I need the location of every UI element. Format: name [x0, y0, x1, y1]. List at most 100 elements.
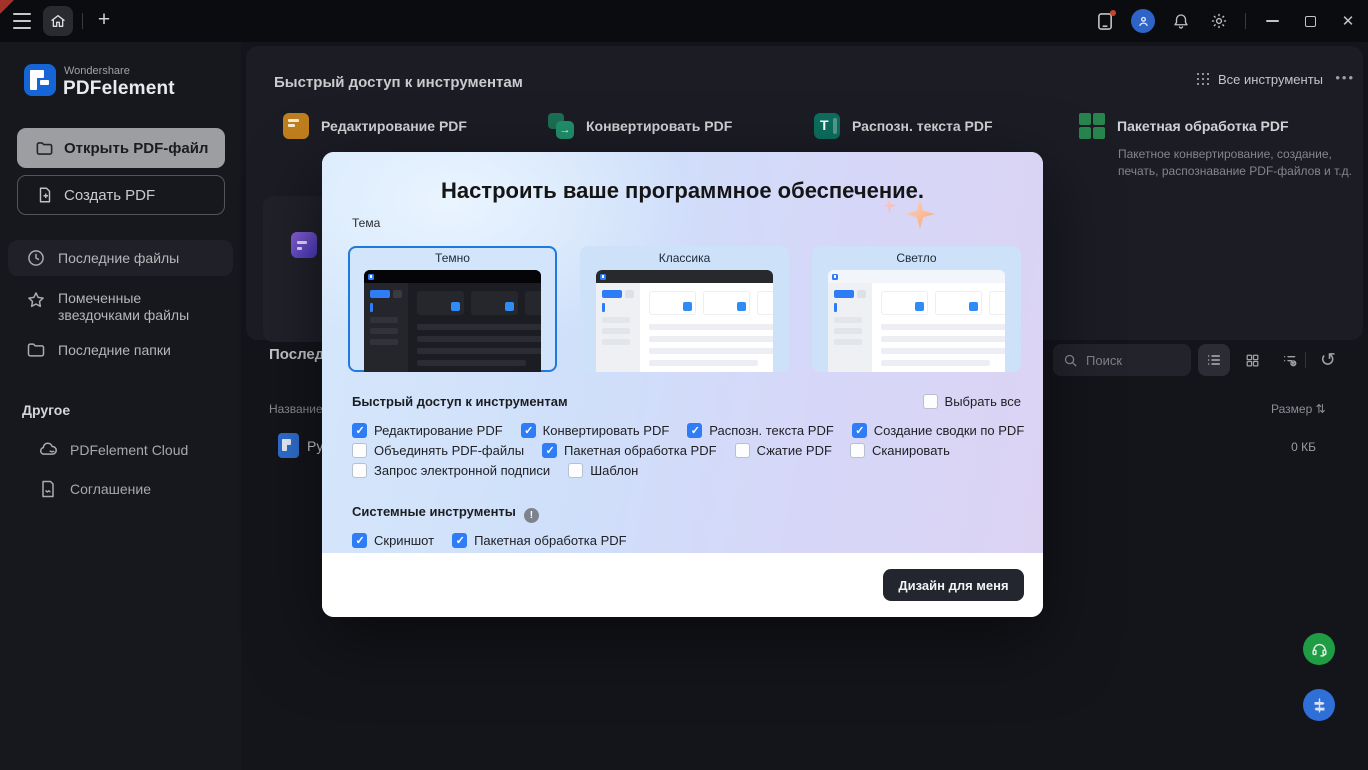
checkbox-box[interactable]: [852, 423, 867, 438]
checkbox-box[interactable]: [568, 463, 583, 478]
column-header-size[interactable]: Размер: [1271, 402, 1326, 416]
person-icon: [1137, 15, 1150, 28]
checkbox-edit-pdf[interactable]: Редактирование PDF: [352, 423, 503, 438]
sidebar-item-recent-files[interactable]: Последние файлы: [8, 240, 233, 276]
theme-preview-dark: [364, 270, 541, 372]
document-plus-icon: [36, 186, 54, 204]
theme-section-label: Тема: [352, 216, 380, 230]
theme-options: Темно: [348, 246, 1021, 372]
clear-list-button[interactable]: [1274, 344, 1306, 376]
design-for-me-button[interactable]: Дизайн для меня: [883, 569, 1024, 601]
minimize-button[interactable]: [1260, 9, 1284, 33]
sort-icon: [1316, 402, 1326, 416]
checkbox-box[interactable]: [542, 443, 557, 458]
search-box[interactable]: [1053, 344, 1191, 376]
customize-modal: Настроить ваше программное обеспечение. …: [322, 152, 1043, 617]
modal-footer: Дизайн для меня: [322, 553, 1043, 617]
device-badge: [1110, 10, 1116, 16]
brand-pdfelement: PDFelement: [63, 78, 175, 100]
sidebar-item-cloud[interactable]: PDFelement Cloud: [38, 440, 188, 460]
all-tools-label: Все инструменты: [1218, 72, 1323, 87]
more-options-icon[interactable]: [1335, 70, 1355, 85]
system-tools-row: Скриншот Пакетная обработка PDF: [352, 533, 627, 548]
checkbox-batch-pdf[interactable]: Пакетная обработка PDF: [542, 443, 717, 458]
app-window: Wondershare PDFelement Открыть PDF-файл …: [0, 0, 1368, 770]
checkbox-box[interactable]: [521, 423, 536, 438]
sidebar-item-starred-files[interactable]: Помеченные звездочками файлы: [8, 282, 233, 332]
sidebar-item-agreement[interactable]: Соглашение: [38, 479, 151, 499]
checkbox-box[interactable]: [850, 443, 865, 458]
all-tools-button[interactable]: Все инструменты: [1197, 72, 1323, 87]
sidebar-item-label: Соглашение: [70, 481, 151, 497]
quick-tools-row-3: Запрос электронной подписи Шаблон: [352, 463, 638, 478]
checkbox-scan[interactable]: Сканировать: [850, 443, 950, 458]
checkbox-box[interactable]: [352, 423, 367, 438]
checkbox-label: Скриншот: [374, 533, 434, 548]
checkbox-ocr-pdf[interactable]: Распозн. текста PDF: [687, 423, 833, 438]
new-tab-button[interactable]: [92, 8, 116, 32]
open-pdf-button[interactable]: Открыть PDF-файл: [17, 128, 225, 168]
theme-card-light[interactable]: Светло: [812, 246, 1021, 372]
checkbox-compress-pdf[interactable]: Сжатие PDF: [735, 443, 832, 458]
guide-button[interactable]: [1303, 689, 1335, 721]
checkbox-box[interactable]: [352, 533, 367, 548]
checkbox-box[interactable]: [687, 423, 702, 438]
restore-list-button[interactable]: [1312, 344, 1344, 376]
checkbox-label: Шаблон: [590, 463, 638, 478]
clock-icon: [26, 248, 46, 268]
theme-name: Классика: [580, 251, 789, 265]
batch-pdf-icon: [1079, 113, 1105, 139]
checkbox-convert-pdf[interactable]: Конвертировать PDF: [521, 423, 670, 438]
grid-view-button[interactable]: [1236, 344, 1268, 376]
checkbox-template[interactable]: Шаблон: [568, 463, 638, 478]
account-avatar[interactable]: [1131, 9, 1155, 33]
device-icon[interactable]: [1093, 9, 1117, 33]
list-view-button[interactable]: [1198, 344, 1230, 376]
agreement-doc-icon: [38, 479, 58, 499]
modal-title: Настроить ваше программное обеспечение.: [322, 178, 1043, 204]
checkbox-summary-pdf[interactable]: Создание сводки по PDF: [852, 423, 1024, 438]
checkbox-box[interactable]: [735, 443, 750, 458]
theme-card-dark[interactable]: Темно: [348, 246, 557, 372]
tool-card-ocr-pdf[interactable]: Распозн. текста PDF: [814, 113, 993, 139]
create-pdf-button[interactable]: Создать PDF: [17, 175, 225, 215]
tool-name: Конвертировать PDF: [586, 113, 732, 134]
checkbox-box[interactable]: [352, 463, 367, 478]
tool-card-batch-pdf[interactable]: Пакетная обработка PDF: [1079, 113, 1289, 139]
menu-icon[interactable]: [13, 13, 31, 29]
tool-card-edit-pdf[interactable]: Редактирование PDF: [283, 113, 467, 139]
support-button[interactable]: [1303, 633, 1335, 665]
pdfelement-logo-icon: [24, 64, 56, 96]
sidebar: Wondershare PDFelement Открыть PDF-файл …: [0, 42, 241, 770]
theme-card-classic[interactable]: Классика: [580, 246, 789, 372]
notifications-icon[interactable]: [1169, 9, 1193, 33]
column-header-name: Название: [269, 402, 323, 416]
folder-icon: [35, 139, 54, 158]
ocr-pdf-icon: [814, 113, 840, 139]
home-tab[interactable]: [43, 6, 73, 36]
checkbox-box[interactable]: [923, 394, 938, 409]
checkbox-label: Сжатие PDF: [757, 443, 832, 458]
checkbox-label: Объединять PDF-файлы: [374, 443, 524, 458]
sidebar-item-recent-folders[interactable]: Последние папки: [8, 332, 233, 368]
checkbox-screenshot[interactable]: Скриншот: [352, 533, 434, 548]
checkbox-esign-request[interactable]: Запрос электронной подписи: [352, 463, 550, 478]
checkbox-merge-pdf[interactable]: Объединять PDF-файлы: [352, 443, 524, 458]
theme-preview-classic: [596, 270, 773, 372]
open-pdf-label: Открыть PDF-файл: [64, 140, 208, 157]
checkbox-box[interactable]: [352, 443, 367, 458]
info-icon[interactable]: [524, 508, 539, 523]
cloud-icon: [38, 440, 58, 460]
sidebar-item-label: Последние папки: [58, 342, 171, 359]
checkbox-system-batch-pdf[interactable]: Пакетная обработка PDF: [452, 533, 627, 548]
checkbox-label: Редактирование PDF: [374, 423, 503, 438]
close-button[interactable]: [1336, 9, 1360, 33]
maximize-button[interactable]: [1298, 9, 1322, 33]
grid-dots-icon: [1197, 73, 1210, 86]
search-input[interactable]: [1086, 353, 1176, 368]
settings-gear-icon[interactable]: [1207, 9, 1231, 33]
select-all-checkbox[interactable]: Выбрать все: [923, 394, 1021, 409]
checkbox-label: Сканировать: [872, 443, 950, 458]
checkbox-box[interactable]: [452, 533, 467, 548]
tool-card-convert-pdf[interactable]: Конвертировать PDF: [548, 113, 732, 139]
